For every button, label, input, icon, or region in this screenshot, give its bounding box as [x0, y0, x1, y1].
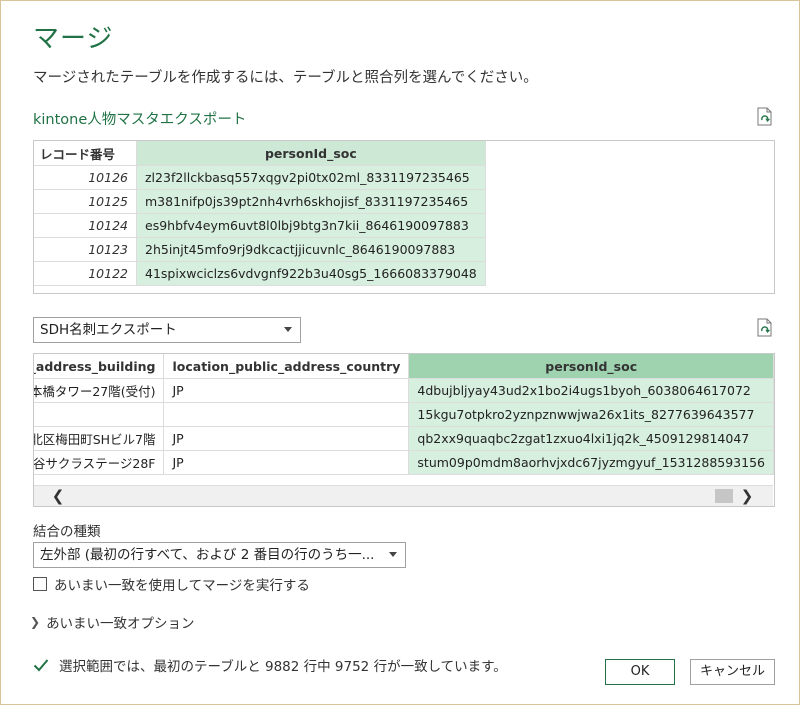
personid-cell: stum09p0mdm8aorhvjxdc67jyzmgyuf_15312885…	[408, 450, 774, 475]
table-row[interactable]: 大阪市北区梅田町SHビル7階 JP qb2xx9quaqbc2zgat1zxuo…	[34, 426, 774, 451]
fuzzy-options-expander[interactable]: ❯ あいまい一致オプション	[30, 612, 195, 632]
record-number-cell: 10124	[34, 213, 137, 238]
table-row[interactable]: 10123 2h5injt45mfo9rj9dkcactjjicuvnlc_86…	[34, 237, 486, 262]
chevron-right-icon[interactable]: ❯	[739, 488, 755, 504]
building-cell: 東京都渋谷区渋谷サクラステージ28F	[34, 450, 165, 475]
personid-cell: 2h5injt45mfo9rj9dkcactjjicuvnlc_86461900…	[136, 237, 486, 262]
table1-header-personid[interactable]: personId_soc	[136, 141, 486, 166]
personid-cell: 41spixwciclzs6vdvgnf922b3u40sg5_16660833…	[136, 261, 486, 286]
table1-name: kintone人物マスタエクスポート	[33, 112, 247, 128]
join-kind-value: 左外部 (最初の行すべて、および 2 番目の行のうち一...	[40, 547, 375, 563]
scrollbar-thumb[interactable]	[715, 489, 733, 503]
table-row[interactable]: 東京都中央区日本橋タワー27階(受付) JP 4dbujbljyay43ud2x…	[34, 378, 774, 403]
dialog-title: マージ	[33, 24, 114, 54]
join-kind-select[interactable]: 左外部 (最初の行すべて、および 2 番目の行のうち一...	[33, 542, 406, 568]
table1-preview: レコード番号 personId_soc 10126 zl23f2llckbasq…	[33, 140, 775, 294]
fuzzy-match-checkbox[interactable]	[33, 577, 47, 591]
personid-cell: es9hbfv4eym6uvt8l0lbj9btg3n7kii_86461900…	[136, 213, 486, 238]
table2-header-personid[interactable]: personId_soc	[408, 354, 774, 379]
table2-header-building[interactable]: location_public_address_building	[34, 354, 165, 379]
record-number-cell: 10122	[34, 261, 137, 286]
ok-button[interactable]: OK	[605, 659, 675, 685]
dialog-description: マージされたテーブルを作成するには、テーブルと照合列を選んでください。	[33, 70, 538, 86]
chevron-right-icon: ❯	[30, 615, 41, 629]
personid-cell: zl23f2llckbasq557xqgv2pi0tx02ml_83311972…	[136, 165, 486, 190]
check-icon	[33, 659, 49, 672]
country-cell	[163, 402, 410, 427]
refresh-icon[interactable]	[756, 107, 774, 127]
cancel-button[interactable]: キャンセル	[690, 659, 775, 685]
record-number-cell: 10123	[34, 237, 137, 262]
table1-header-record-number[interactable]: レコード番号	[34, 141, 137, 166]
country-cell: JP	[163, 450, 410, 475]
table2-select-value: SDH名刺エクスポート	[40, 322, 177, 338]
personid-cell: m381nifp0js39pt2nh4vrh6skhojisf_83311972…	[136, 189, 486, 214]
record-number-cell: 10126	[34, 165, 137, 190]
horizontal-scrollbar[interactable]: ❮ ❯	[34, 485, 773, 506]
table-row[interactable]: 10125 m381nifp0js39pt2nh4vrh6skhojisf_83…	[34, 189, 486, 214]
building-cell	[34, 402, 165, 427]
table2-header-country[interactable]: location_public_address_country	[163, 354, 410, 379]
table-row[interactable]: 15kgu7otpkro2yznpznwwjwa26x1its_82776396…	[34, 402, 774, 427]
record-number-cell: 10125	[34, 189, 137, 214]
fuzzy-match-option[interactable]: あいまい一致を使用してマージを実行する	[33, 574, 310, 594]
refresh-icon[interactable]	[756, 318, 774, 338]
chevron-down-icon	[284, 327, 292, 332]
personid-cell: 4dbujbljyay43ud2x1bo2i4ugs1byoh_60380646…	[408, 378, 774, 403]
table-row[interactable]: 10126 zl23f2llckbasq557xqgv2pi0tx02ml_83…	[34, 165, 486, 190]
country-cell: JP	[163, 426, 410, 451]
fuzzy-options-label: あいまい一致オプション	[46, 616, 195, 632]
match-status: 選択範囲では、最初のテーブルと 9882 行中 9752 行が一致しています。	[33, 655, 507, 675]
table2-select[interactable]: SDH名刺エクスポート	[33, 317, 301, 343]
join-kind-label: 結合の種類	[33, 524, 101, 540]
chevron-down-icon	[389, 552, 397, 557]
personid-cell: 15kgu7otpkro2yznpznwwjwa26x1its_82776396…	[408, 402, 774, 427]
building-cell: 大阪市北区梅田町SHビル7階	[34, 426, 165, 451]
match-status-text: 選択範囲では、最初のテーブルと 9882 行中 9752 行が一致しています。	[59, 659, 507, 675]
fuzzy-match-label: あいまい一致を使用してマージを実行する	[54, 578, 310, 594]
table-row[interactable]: 10122 41spixwciclzs6vdvgnf922b3u40sg5_16…	[34, 261, 486, 286]
chevron-left-icon[interactable]: ❮	[50, 488, 66, 504]
table-row[interactable]: 東京都渋谷区渋谷サクラステージ28F JP stum09p0mdm8aorhvj…	[34, 450, 774, 475]
table2-preview: location_public_address_building locatio…	[33, 353, 775, 507]
table-row[interactable]: 10124 es9hbfv4eym6uvt8l0lbj9btg3n7kii_86…	[34, 213, 486, 238]
building-cell: 東京都中央区日本橋タワー27階(受付)	[34, 378, 165, 403]
country-cell: JP	[163, 378, 410, 403]
personid-cell: qb2xx9quaqbc2zgat1zxuo4lxi1jq2k_45091298…	[408, 426, 774, 451]
